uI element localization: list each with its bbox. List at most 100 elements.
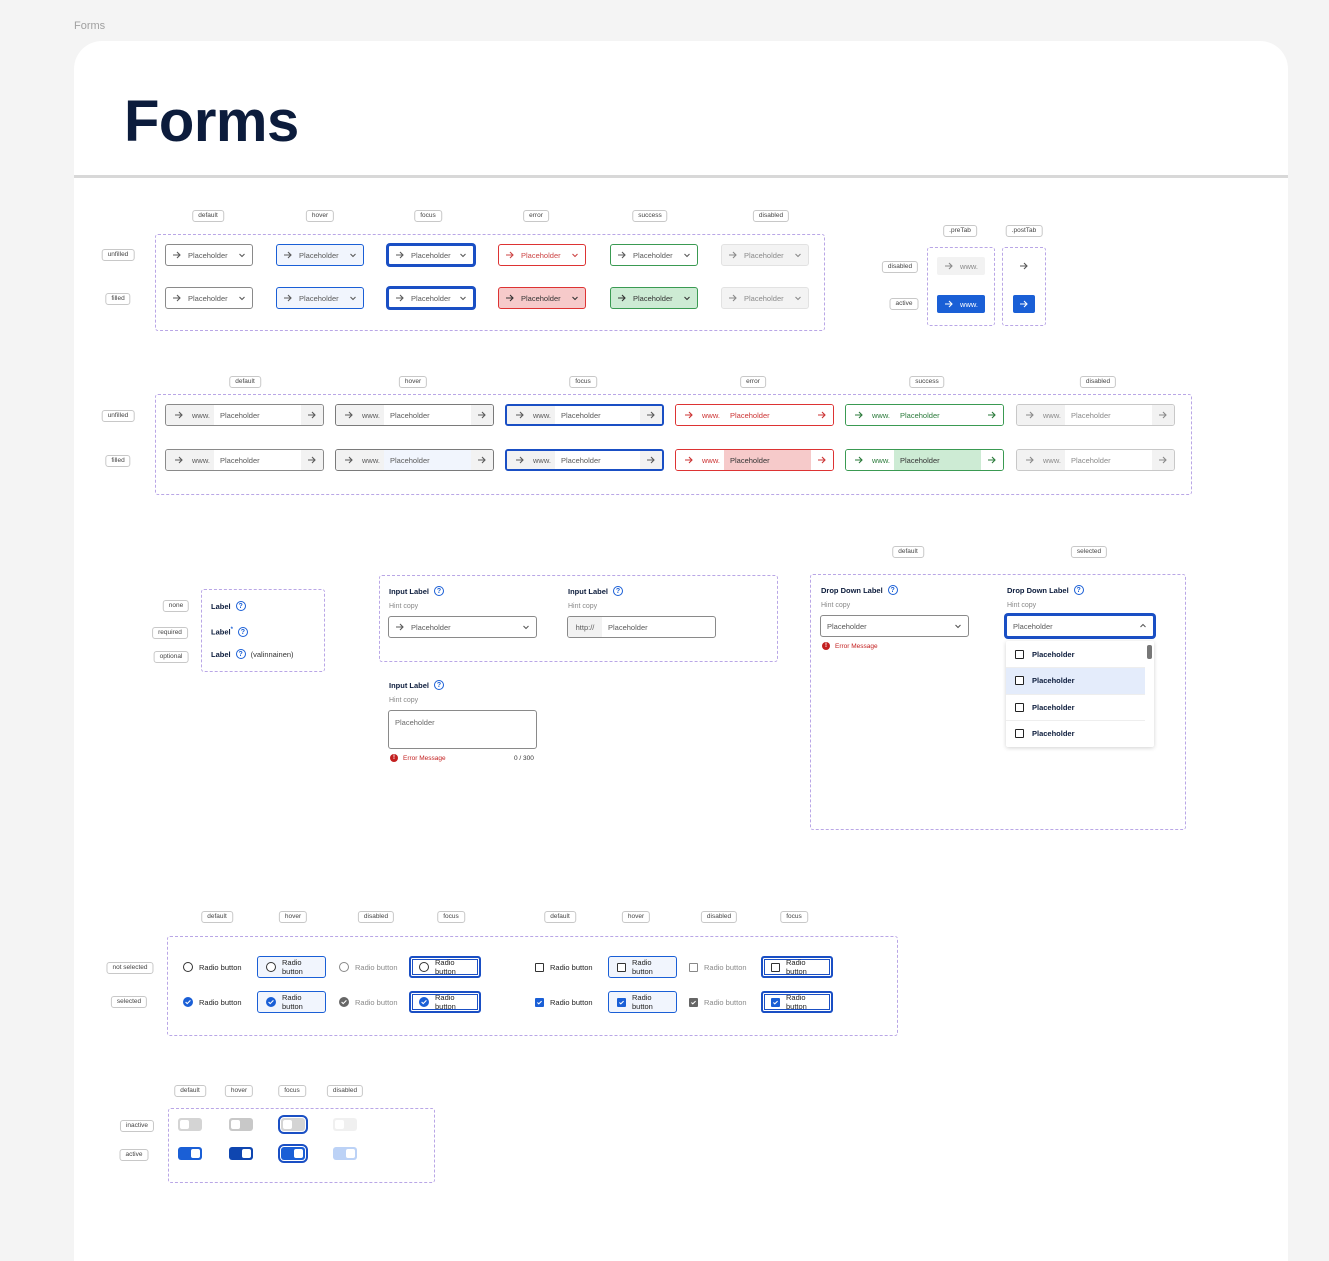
help-icon[interactable]: ?: [887, 585, 898, 595]
state-tag-success: success: [632, 210, 668, 222]
url-input-error-filled[interactable]: www. Placeholder: [675, 449, 834, 471]
checkbox-icon[interactable]: [535, 962, 544, 972]
toggle-on-focus[interactable]: [278, 1144, 308, 1163]
checkbox-icon[interactable]: [617, 962, 626, 972]
url-input-focus-unfilled[interactable]: www. Placeholder: [505, 404, 664, 426]
select-field-error-unfilled[interactable]: Placeholder: [498, 244, 586, 266]
row-tag-unfilled: unfilled: [101, 410, 135, 422]
url-placeholder: Placeholder: [608, 622, 648, 632]
url-input-hover-filled[interactable]: www. Placeholder: [335, 449, 494, 471]
radio-icon[interactable]: [339, 962, 349, 972]
radio-button-default[interactable]: Radio button: [175, 956, 251, 978]
select-field-error-filled[interactable]: Placeholder: [498, 287, 586, 309]
radio-button-foc[interactable]: Radio button: [409, 956, 481, 978]
url-input-hover-unfilled[interactable]: www. Placeholder: [335, 404, 494, 426]
radio-label: Radio button: [355, 997, 398, 1007]
url-input-default-unfilled[interactable]: www. Placeholder: [165, 404, 324, 426]
select-field-hover-filled[interactable]: Placeholder: [276, 287, 364, 309]
tag-pre-tab: .preTab: [943, 225, 977, 237]
help-icon[interactable]: ?: [434, 680, 444, 690]
url-placeholder: Placeholder: [390, 455, 430, 465]
select-placeholder: Placeholder: [188, 293, 228, 303]
radio-button-selected-hov[interactable]: Radio button: [257, 991, 326, 1013]
dropdown-option[interactable]: Placeholder: [1015, 650, 1075, 659]
toggle-knob: [231, 1120, 240, 1129]
url-input-success-unfilled[interactable]: www. Placeholder: [845, 404, 1004, 426]
select-field-success-unfilled[interactable]: Placeholder: [610, 244, 698, 266]
help-icon[interactable]: ?: [235, 649, 246, 659]
help-icon[interactable]: ?: [434, 586, 444, 596]
url-prefix: www.: [192, 455, 210, 465]
dropdown-option[interactable]: Placeholder: [1015, 676, 1075, 685]
dropdown-option[interactable]: Placeholder: [1015, 729, 1075, 738]
radio-icon[interactable]: [183, 962, 193, 972]
radio-icon[interactable]: [419, 962, 429, 972]
checkbox-hov[interactable]: Radio button: [608, 956, 677, 978]
checkbox-icon[interactable]: [689, 962, 698, 972]
radio-icon[interactable]: [266, 997, 276, 1007]
radio-button-selected-foc[interactable]: Radio button: [409, 991, 481, 1013]
toggle-on-hover[interactable]: [229, 1147, 253, 1160]
help-icon[interactable]: ?: [237, 627, 248, 637]
checkbox-icon[interactable]: [689, 997, 698, 1007]
checkbox-foc[interactable]: Radio button: [761, 956, 833, 978]
url-prefix: www.: [702, 455, 720, 465]
checkbox-checked-default[interactable]: Radio button: [527, 991, 603, 1013]
input-label-text: Input Label: [389, 680, 429, 690]
toggle-off-hover[interactable]: [229, 1118, 253, 1131]
checkbox-icon[interactable]: [1015, 703, 1024, 712]
row-tag-disabled: disabled: [881, 261, 919, 273]
radio-icon[interactable]: [266, 962, 276, 972]
checkbox-icon[interactable]: [1015, 650, 1024, 659]
select-field[interactable]: Placeholder: [388, 616, 537, 638]
url-placeholder: Placeholder: [730, 410, 770, 420]
select-field-default-filled[interactable]: Placeholder: [165, 287, 253, 309]
url-placeholder: Placeholder: [900, 410, 940, 420]
radio-label: Radio button: [435, 958, 456, 976]
dropdown-default[interactable]: Placeholder: [820, 615, 969, 637]
radio-button-hov[interactable]: Radio button: [257, 956, 326, 978]
toggle-off-focus[interactable]: [278, 1115, 308, 1134]
dropdown-open[interactable]: Placeholder: [1005, 614, 1155, 638]
checkbox-checked-foc[interactable]: Radio button: [761, 991, 833, 1013]
radio-label: Radio button: [199, 962, 242, 972]
checkbox-icon[interactable]: [1015, 729, 1024, 738]
checkbox-icon[interactable]: [617, 997, 626, 1007]
checkbox-default[interactable]: Radio button: [527, 956, 603, 978]
textarea-field[interactable]: Placeholder: [388, 710, 537, 749]
checkbox-icon[interactable]: [771, 997, 780, 1007]
url-input-success-filled[interactable]: www. Placeholder: [845, 449, 1004, 471]
select-field-default-unfilled[interactable]: Placeholder: [165, 244, 253, 266]
checkbox-icon[interactable]: [771, 962, 780, 972]
select-field-focus-unfilled[interactable]: Placeholder: [387, 244, 475, 266]
state-tag-error: error: [740, 376, 766, 388]
help-icon[interactable]: ?: [235, 601, 246, 611]
checkbox-checked-hov[interactable]: Radio button: [608, 991, 677, 1013]
help-icon[interactable]: ?: [613, 586, 623, 596]
option-divider: [1006, 720, 1145, 721]
checkbox-icon[interactable]: [1015, 676, 1024, 685]
pre-tab-active[interactable]: www.: [937, 295, 985, 313]
input-label-url: Input Label?: [568, 586, 623, 596]
select-field-focus-filled[interactable]: Placeholder: [387, 287, 475, 309]
radio-icon[interactable]: [339, 997, 349, 1007]
url-input-focus-filled[interactable]: www. Placeholder: [505, 449, 664, 471]
toggle-knob: [191, 1149, 200, 1158]
help-icon[interactable]: ?: [1073, 585, 1084, 595]
url-input-default-filled[interactable]: www. Placeholder: [165, 449, 324, 471]
radio-icon[interactable]: [419, 997, 429, 1007]
select-field-hover-unfilled[interactable]: Placeholder: [276, 244, 364, 266]
tag-optional: optional: [153, 651, 189, 663]
http-url-input[interactable]: http:// Placeholder: [567, 616, 716, 638]
select-field-success-filled[interactable]: Placeholder: [610, 287, 698, 309]
post-tab-active[interactable]: [1013, 295, 1035, 313]
radio-icon[interactable]: [183, 997, 193, 1007]
toggle-off-default[interactable]: [178, 1118, 202, 1131]
checkbox-icon[interactable]: [535, 997, 544, 1007]
url-input-error-unfilled[interactable]: www. Placeholder: [675, 404, 834, 426]
checkbox-tag-focus: focus: [780, 911, 808, 923]
radio-button-selected-default[interactable]: Radio button: [175, 991, 251, 1013]
menu-scrollbar[interactable]: [1147, 645, 1152, 659]
toggle-on-default[interactable]: [178, 1147, 202, 1160]
dropdown-option[interactable]: Placeholder: [1015, 703, 1075, 712]
